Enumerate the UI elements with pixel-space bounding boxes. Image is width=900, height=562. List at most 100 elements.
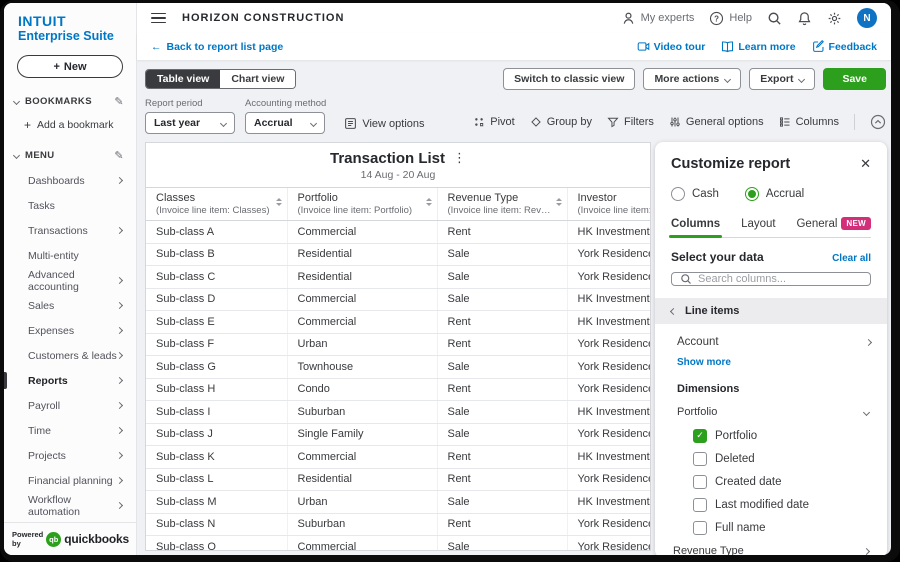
checkbox-deleted[interactable]: Deleted (671, 447, 871, 470)
feedback-link[interactable]: Feedback (812, 40, 877, 53)
add-bookmark-button[interactable]: + Add a bookmark (4, 114, 136, 140)
table-row[interactable]: Sub-class ECommercialRentHK Investment (146, 311, 651, 334)
pivot-button[interactable]: Pivot (473, 116, 514, 128)
table-row[interactable]: Sub-class CResidentialSaleYork Residence (146, 266, 651, 289)
sidebar-item-time[interactable]: Time (4, 418, 136, 443)
search-icon[interactable] (767, 11, 782, 26)
sidebar-item-apps[interactable]: Apps (4, 518, 136, 522)
general-options-button[interactable]: General options (669, 116, 764, 128)
video-tour-link[interactable]: Video tour (637, 40, 706, 53)
tab-layout[interactable]: Layout (741, 218, 776, 237)
sort-icon[interactable] (556, 198, 562, 206)
column-header-classes[interactable]: Classes (Invoice line item: Classes) (146, 188, 287, 221)
filters-button[interactable]: Filters (607, 116, 654, 128)
feedback-icon (812, 40, 825, 53)
sidebar-item-workflow-automation[interactable]: Workflow automation (4, 493, 136, 518)
chevron-down-icon (13, 98, 20, 105)
table-cell: Sale (437, 491, 567, 514)
sidebar-item-payroll[interactable]: Payroll (4, 393, 136, 418)
window-frame: INTUIT Enterprise Suite + New BOOKMARKS … (0, 0, 900, 562)
logo-intuit: INTUIT (18, 13, 122, 29)
report-table-body: Sub-class ACommercialRentHK Investment S… (146, 221, 651, 552)
table-row[interactable]: Sub-class DCommercialSaleHK Investment (146, 288, 651, 311)
settings-gear-icon[interactable] (827, 11, 842, 26)
sidebar-item-customers-leads[interactable]: Customers & leads (4, 343, 136, 368)
table-row[interactable]: Sub-class FUrbanRentYork Residence (146, 333, 651, 356)
kebab-menu-icon[interactable]: ⋮ (453, 150, 466, 166)
sidebar-item-projects[interactable]: Projects (4, 443, 136, 468)
sidebar-item-transactions[interactable]: Transactions (4, 218, 136, 243)
revenue-type-item[interactable]: Revenue Type (671, 539, 871, 555)
columns-button[interactable]: Columns (779, 116, 839, 128)
table-cell: HK Investment (567, 491, 651, 514)
edit-pencil-icon[interactable]: ✎ (114, 95, 124, 108)
sort-icon[interactable] (426, 198, 432, 206)
sidebar-item-tasks[interactable]: Tasks (4, 193, 136, 218)
checkbox-full-name[interactable]: Full name (671, 516, 871, 539)
new-button[interactable]: + New (17, 55, 123, 78)
collapse-toolbar-icon[interactable] (870, 114, 886, 130)
table-row[interactable]: Sub-class LResidentialRentYork Residence (146, 468, 651, 491)
table-row[interactable]: Sub-class HCondoRentYork Residence (146, 378, 651, 401)
group-by-button[interactable]: Group by (530, 116, 592, 128)
learn-more-link[interactable]: Learn more (721, 40, 795, 53)
menu-header[interactable]: MENU ✎ (4, 140, 136, 168)
column-header-revenue-type[interactable]: Revenue Type (Invoice line item: Revenue… (437, 188, 567, 221)
sidebar-item-dashboards[interactable]: Dashboards (4, 168, 136, 193)
accounting-method-select[interactable]: Accrual (245, 112, 325, 134)
radio-accrual[interactable]: Accrual (745, 187, 804, 201)
table-row[interactable]: Sub-class KCommercialRentHK Investment (146, 446, 651, 469)
table-row[interactable]: Sub-class MUrbanSaleHK Investment (146, 491, 651, 514)
export-button[interactable]: Export (749, 68, 815, 90)
notifications-bell-icon[interactable] (797, 11, 812, 26)
checkbox-portfolio[interactable]: ✓ Portfolio (671, 424, 871, 447)
panel-title: Customize report (671, 156, 790, 172)
sort-icon[interactable] (276, 198, 282, 206)
table-row[interactable]: Sub-class BResidentialSaleYork Residence (146, 243, 651, 266)
bookmarks-header[interactable]: BOOKMARKS ✎ (4, 86, 136, 114)
edit-pencil-icon[interactable]: ✎ (114, 149, 124, 162)
checkbox-created-date[interactable]: Created date (671, 470, 871, 493)
tab-table-view[interactable]: Table view (146, 70, 220, 88)
table-row[interactable]: Sub-class GTownhouseSaleYork Residence (146, 356, 651, 379)
table-row[interactable]: Sub-class JSingle FamilySaleYork Residen… (146, 423, 651, 446)
hamburger-menu-icon[interactable] (151, 13, 166, 24)
switch-classic-view-button[interactable]: Switch to classic view (503, 68, 635, 90)
sidebar-item-multi-entity[interactable]: Multi-entity (4, 243, 136, 268)
help-button[interactable]: ? Help (709, 11, 752, 26)
line-items-section-header[interactable]: Line items (655, 298, 887, 324)
tab-chart-view[interactable]: Chart view (220, 70, 295, 88)
sidebar-item-reports[interactable]: Reports (4, 368, 136, 393)
close-icon[interactable]: ✕ (860, 156, 871, 172)
clear-all-link[interactable]: Clear all (832, 253, 871, 264)
group-by-diamond-icon (530, 116, 542, 128)
column-header-portfolio[interactable]: Portfolio (Invoice line item: Portfolio) (287, 188, 437, 221)
sidebar-item-expenses[interactable]: Expenses (4, 318, 136, 343)
radio-cash[interactable]: Cash (671, 187, 719, 201)
report-period-select[interactable]: Last year (145, 112, 235, 134)
search-columns-input[interactable] (698, 273, 862, 285)
table-cell: York Residence (567, 513, 651, 536)
checkbox-last-modified-date[interactable]: Last modified date (671, 493, 871, 516)
portfolio-group-toggle[interactable]: Portfolio (671, 406, 871, 418)
checkbox-icon: ✓ (693, 429, 707, 443)
tab-general[interactable]: General NEW (796, 217, 871, 237)
tab-columns[interactable]: Columns (671, 218, 720, 237)
sidebar-item-advanced-accounting[interactable]: Advanced accounting (4, 268, 136, 293)
sidebar-item-sales[interactable]: Sales (4, 293, 136, 318)
table-row[interactable]: Sub-class OCommercialSaleYork Residence (146, 536, 651, 552)
my-experts-button[interactable]: My experts (621, 11, 695, 26)
account-item[interactable]: Account (671, 336, 871, 348)
table-row[interactable]: Sub-class ISuburbanSaleHK Investment (146, 401, 651, 424)
back-to-report-list-link[interactable]: ← Back to report list page (151, 41, 283, 53)
save-button[interactable]: Save (823, 68, 886, 90)
more-actions-button[interactable]: More actions (643, 68, 741, 90)
user-avatar[interactable]: N (857, 8, 877, 28)
table-row[interactable]: Sub-class NSuburbanRentYork Residence (146, 513, 651, 536)
table-row[interactable]: Sub-class ACommercialRentHK Investment (146, 221, 651, 244)
column-header-investor[interactable]: Investor (Invoice line item: Investor) (567, 188, 651, 221)
sidebar-item-financial-planning[interactable]: Financial planning (4, 468, 136, 493)
show-more-link[interactable]: Show more (671, 357, 871, 368)
view-options-button[interactable]: View options (344, 117, 424, 130)
quickbooks-logo-icon: qb (46, 532, 61, 547)
